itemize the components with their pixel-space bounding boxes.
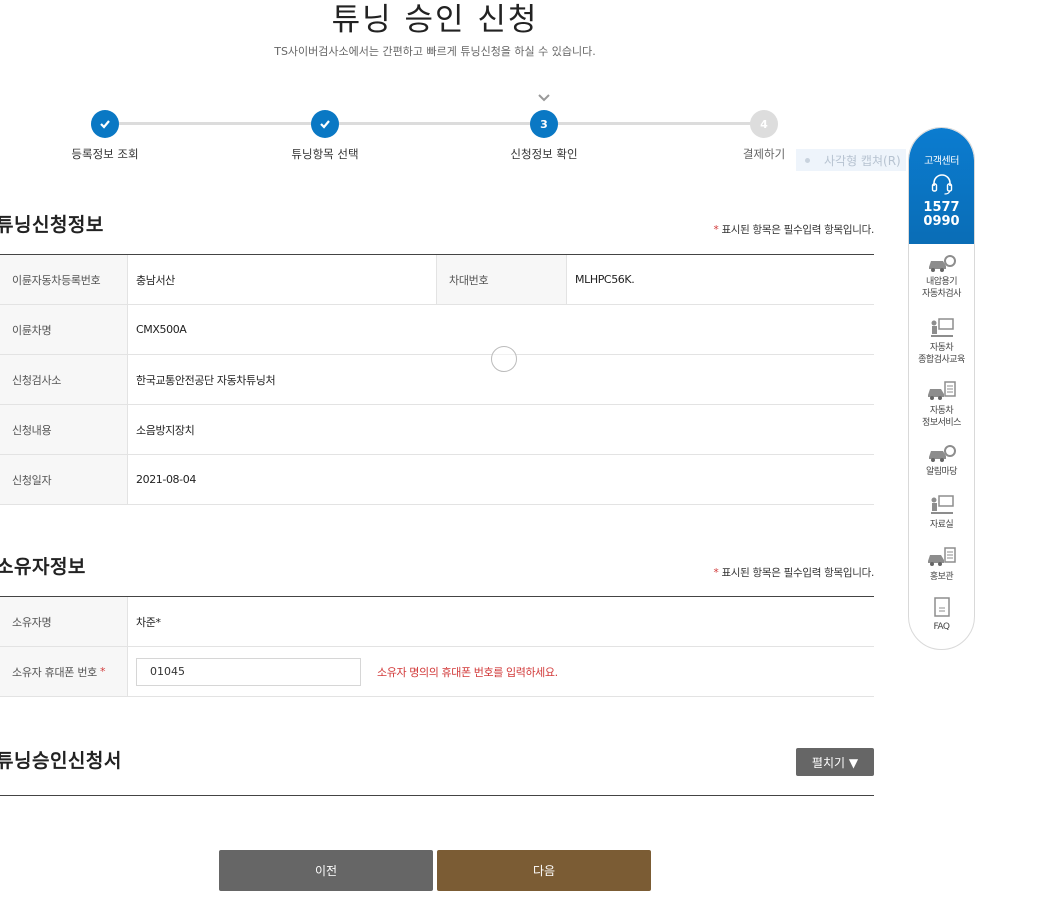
owner-info-table: 소유자명 차준* 소유자 휴대폰 번호* 소유자 명의의 휴대폰 번호를 입력하… (0, 596, 874, 697)
document-icon (933, 597, 950, 617)
page-title: 튜닝 승인 신청 (331, 2, 539, 38)
phone-number-line1: 1577 (923, 200, 960, 215)
table-row: 신청검사소 한국교통안전공단 자동차튜닝처 (0, 355, 874, 405)
quick-menu: 고객센터 1577 0990 내압용기 자동차검사 자동차 종합검사교육 자동차… (908, 127, 975, 650)
loading-spinner-icon (491, 346, 517, 372)
row-label: 소유자명 (0, 597, 128, 646)
step-1-check-icon (91, 110, 119, 138)
row-label: 이륜차명 (0, 305, 128, 354)
row-label: 소유자 휴대폰 번호 * (0, 647, 128, 696)
step-4-number: 4 (750, 110, 778, 138)
car-gear-icon (928, 255, 956, 272)
table-row: 신청일자 2021-08-04 (0, 455, 874, 505)
row-label: 신청검사소 (0, 355, 128, 404)
quick-item-pressure-vessel[interactable]: 내압용기 자동차검사 (909, 253, 974, 317)
registration-number-value: 충남서산 (136, 273, 175, 287)
car-gear-icon (928, 445, 956, 462)
current-step-chevron-icon (538, 94, 550, 102)
vehicle-name-value: CMX500A (136, 323, 187, 336)
owner-name-value: 차준* (136, 615, 161, 629)
step-1-label: 등록정보 조회 (71, 147, 139, 161)
quick-item-education[interactable]: 자동차 종합검사교육 (909, 317, 974, 380)
step-3-label: 신청정보 확인 (510, 147, 578, 161)
quick-item-faq[interactable]: FAQ (909, 596, 974, 636)
progress-stepper: 등록정보 조회 튜닝항목 선택 3 신청정보 확인 4 결제하기 (0, 90, 870, 170)
inspection-office-value: 한국교통안전공단 자동차튜닝처 (136, 373, 276, 387)
phone-error-message: 소유자 명의의 휴대폰 번호를 입력하세요. (377, 665, 558, 679)
tuning-form-title: 튜닝승인신청서 (0, 750, 122, 772)
owner-info-title: 소유자정보 (0, 556, 86, 578)
row-label: 신청일자 (0, 455, 128, 504)
redaction-mask (185, 659, 355, 683)
lecture-icon (930, 495, 954, 514)
table-row: 소유자명 차준* (0, 597, 874, 647)
table-row: 소유자 휴대폰 번호* 소유자 명의의 휴대폰 번호를 입력하세요. (0, 647, 874, 697)
page-subtitle: TS사이버검사소에서는 간편하고 빠르게 튜닝신청을 하실 수 있습니다. (274, 45, 596, 58)
required-note: * 표시된 항목은 필수입력 항목입니다. (713, 224, 874, 236)
row-label: 신청내용 (0, 405, 128, 454)
required-note: * 표시된 항목은 필수입력 항목입니다. (713, 567, 874, 579)
customer-center-label: 고객센터 (924, 156, 959, 167)
tuning-info-table: 이륜자동차등록번호 충남서산 차대번호 MLHPC56K. 이륜차명 CMX50… (0, 254, 874, 505)
capture-dot-icon (805, 158, 810, 163)
row-label: 이륜자동차등록번호 (0, 255, 128, 304)
stepper-track (105, 122, 765, 125)
car-info-icon (927, 381, 956, 400)
step-2-check-icon (311, 110, 339, 138)
customer-center[interactable]: 고객센터 1577 0990 (909, 128, 974, 244)
headset-icon (931, 174, 952, 195)
table-row: 신청내용 소음방지장치 (0, 405, 874, 455)
table-row: 이륜차명 CMX500A (0, 305, 874, 355)
request-content-value: 소음방지장치 (136, 423, 195, 437)
step-3-number: 3 (530, 110, 558, 138)
capture-label: 사각형 캡쳐(R) (824, 154, 901, 168)
car-info-icon (927, 547, 956, 566)
chassis-number-value: MLHPC56K. (575, 273, 635, 286)
next-button[interactable]: 다음 (437, 850, 651, 891)
row-label: 차대번호 (436, 255, 567, 304)
lecture-icon (930, 318, 954, 337)
step-2-label: 튜닝항목 선택 (291, 147, 359, 161)
quick-item-notice[interactable]: 알림마당 (909, 443, 974, 494)
screen-capture-button[interactable]: 사각형 캡쳐(R) (796, 149, 906, 171)
tuning-info-title: 튜닝신청정보 (0, 214, 104, 236)
expand-button[interactable]: 펼치기 ▼ (796, 748, 874, 776)
section-divider (0, 795, 874, 796)
table-row: 이륜자동차등록번호 충남서산 차대번호 MLHPC56K. (0, 255, 874, 305)
quick-item-pr[interactable]: 홍보관 (909, 546, 974, 596)
quick-item-library[interactable]: 자료실 (909, 494, 974, 546)
phone-number-line2: 0990 (923, 214, 960, 229)
prev-button[interactable]: 이전 (219, 850, 433, 891)
request-date-value: 2021-08-04 (136, 473, 196, 486)
quick-item-info-service[interactable]: 자동차 정보서비스 (909, 380, 974, 443)
